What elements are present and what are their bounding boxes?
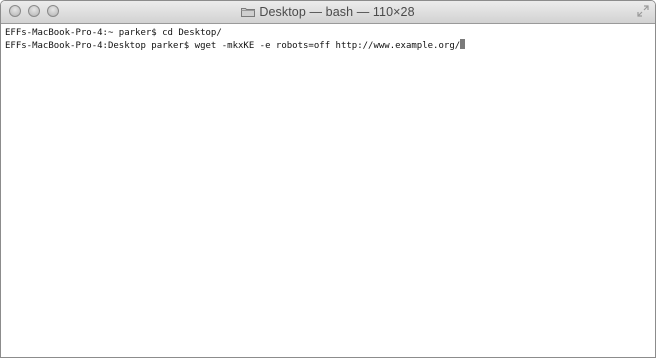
window-title: Desktop — bash — 110×28 xyxy=(259,5,415,19)
folder-icon xyxy=(241,8,256,17)
terminal-line-text: EFFs-MacBook-Pro-4:Desktop parker$ wget … xyxy=(5,41,461,51)
window-title-group: Desktop — bash — 110×28 xyxy=(1,1,655,23)
text-cursor xyxy=(460,39,466,49)
terminal-line: EFFs-MacBook-Pro-4:Desktop parker$ wget … xyxy=(5,39,655,51)
terminal-line: EFFs-MacBook-Pro-4:~ parker$ cd Desktop/ xyxy=(5,27,655,39)
terminal-window: Desktop — bash — 110×28 EFFs-MacBook-Pro… xyxy=(0,0,656,358)
title-bar[interactable]: Desktop — bash — 110×28 xyxy=(1,1,655,24)
fullscreen-icon[interactable] xyxy=(637,5,649,17)
terminal-line-text: EFFs-MacBook-Pro-4:~ parker$ cd Desktop/ xyxy=(5,28,222,38)
terminal-output[interactable]: EFFs-MacBook-Pro-4:~ parker$ cd Desktop/… xyxy=(1,24,655,357)
